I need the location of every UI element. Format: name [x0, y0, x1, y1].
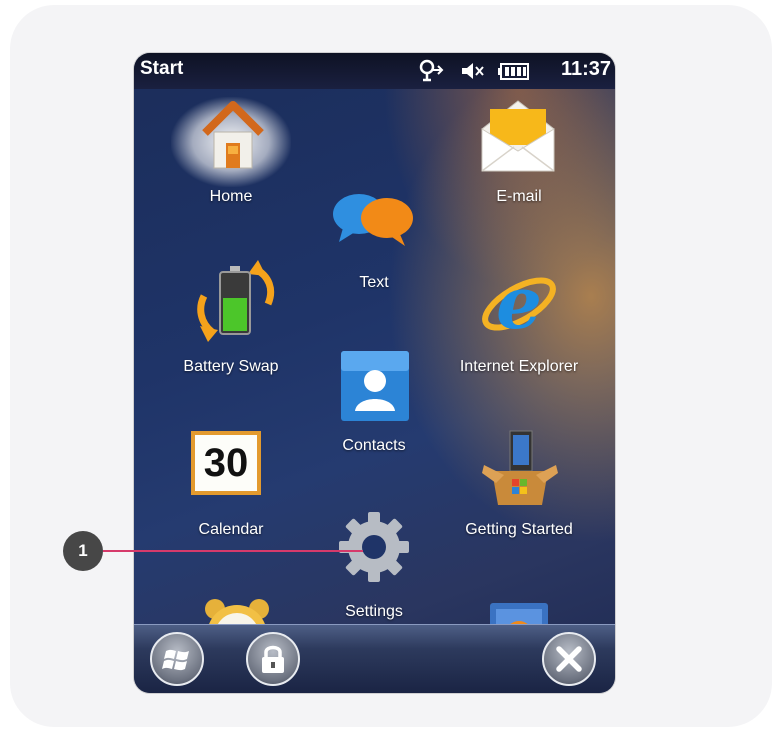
- battery-swap-icon: [196, 258, 276, 349]
- tile-getting-started[interactable]: Getting Started: [434, 425, 604, 550]
- callout-number: 1: [63, 531, 103, 571]
- tile-label: Internet Explorer: [459, 358, 579, 375]
- svg-text:e: e: [496, 260, 542, 345]
- status-bar: Start 11:37: [134, 53, 615, 89]
- contact-card-icon: [339, 349, 411, 428]
- tile-label: Getting Started: [465, 521, 573, 538]
- callout-line: [103, 550, 363, 552]
- tile-email[interactable]: E-mail: [434, 91, 604, 221]
- speaker-muted-icon[interactable]: [460, 59, 486, 88]
- speech-bubbles-icon: [329, 190, 419, 255]
- device-screen: Start 11:37 Home Text E-mail Battery Swa…: [134, 53, 615, 693]
- getting-started-icon: [482, 429, 558, 512]
- close-button[interactable]: [542, 632, 596, 686]
- battery-icon[interactable]: [498, 63, 530, 86]
- house-icon: [201, 99, 265, 176]
- calendar-icon: 30: [191, 431, 261, 495]
- connectivity-icon[interactable]: [418, 59, 444, 88]
- tile-internet-explorer[interactable]: e Internet Explorer: [434, 258, 604, 383]
- taskbar: [134, 624, 615, 693]
- lock-button[interactable]: [246, 632, 300, 686]
- internet-explorer-icon: e: [479, 260, 559, 351]
- screen-title: Start: [140, 58, 184, 79]
- calendar-date: 30: [203, 441, 249, 485]
- start-button[interactable]: [150, 632, 204, 686]
- envelope-icon: [478, 95, 558, 180]
- tile-label: E-mail: [496, 188, 542, 205]
- clock-time: 11:37: [560, 58, 611, 80]
